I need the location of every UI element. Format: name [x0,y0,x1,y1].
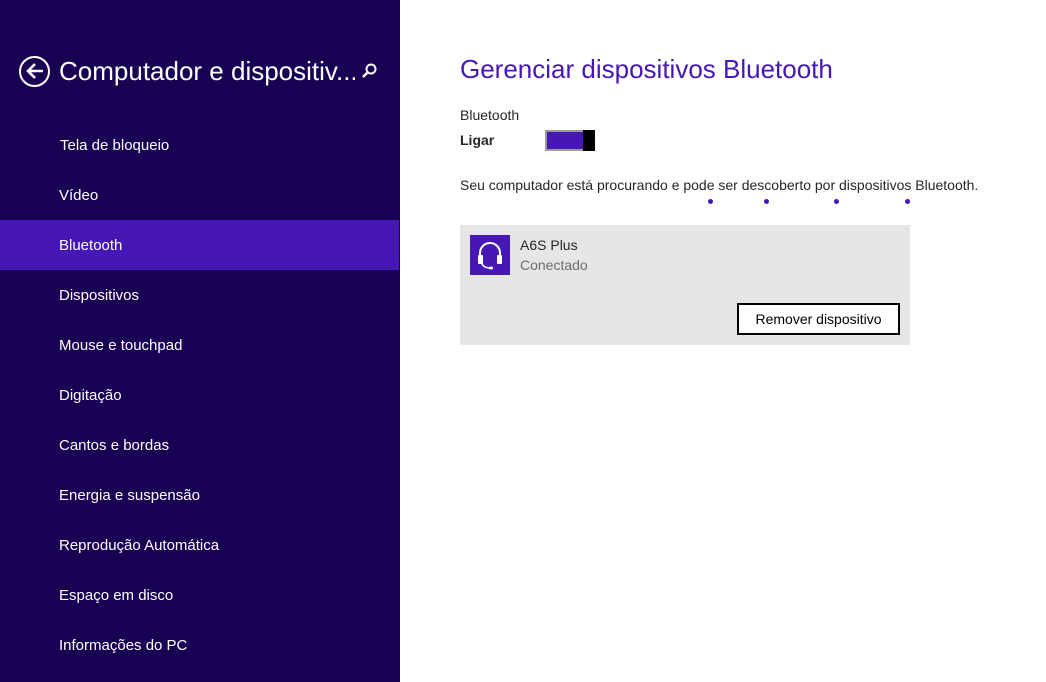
sidebar-nav: Tela de bloqueio Vídeo Bluetooth Disposi… [0,120,399,670]
bluetooth-toggle[interactable] [545,129,595,151]
search-icon [362,63,377,78]
sidebar-header: Computador e dispositiv... [19,54,384,88]
sidebar-item-label: Tela de bloqueio [60,136,170,154]
sidebar-item-label: Dispositivos [59,286,140,304]
remove-device-button[interactable]: Remover dispositivo [737,303,900,335]
progress-dot [708,199,713,204]
sidebar-title: Computador e dispositiv... [59,55,355,86]
bluetooth-toggle-row: Ligar [460,129,595,151]
device-icon-tile [470,235,510,275]
sidebar-item-label: Bluetooth [59,236,123,254]
sidebar-item-label: Mouse e touchpad [59,336,183,354]
sidebar-item-label: Energia e suspensão [59,486,200,504]
device-list-item[interactable]: A6S Plus Conectado Remover dispositivo [460,225,910,345]
settings-window: Computador e dispositiv... Tela de bloqu… [0,0,1046,682]
sidebar-item-tela-de-bloqueio[interactable]: Tela de bloqueio [0,120,399,170]
sidebar-item-label: Reprodução Automática [59,536,220,554]
sidebar-item-mouse-e-touchpad[interactable]: Mouse e touchpad [0,320,399,370]
bluetooth-label: Bluetooth [460,107,520,123]
sidebar-item-informacoes-do-pc[interactable]: Informações do PC [0,620,399,670]
sidebar-item-bluetooth[interactable]: Bluetooth [0,220,399,270]
sidebar-item-label: Digitação [59,386,122,404]
page-title: Gerenciar dispositivos Bluetooth [460,54,833,84]
sidebar-item-label: Informações do PC [59,636,188,654]
sidebar-item-reproducao-automatica[interactable]: Reprodução Automática [0,520,399,570]
sidebar-item-cantos-e-bordas[interactable]: Cantos e bordas [0,420,399,470]
device-name: A6S Plus [520,237,578,253]
headset-icon [478,242,502,270]
sidebar-item-video[interactable]: Vídeo [0,170,399,220]
searching-progress-indicator [400,199,1046,207]
progress-dot [905,199,910,204]
toggle-state-label: Ligar [460,132,495,148]
discovery-status-text: Seu computador está procurando e pode se… [460,177,979,193]
sidebar-item-label: Espaço em disco [59,586,174,604]
progress-dot [764,199,769,204]
sidebar: Computador e dispositiv... Tela de bloqu… [0,0,400,682]
main-content: Gerenciar dispositivos Bluetooth Bluetoo… [400,0,1046,682]
sidebar-item-label: Cantos e bordas [59,436,170,454]
sidebar-item-energia-e-suspensao[interactable]: Energia e suspensão [0,470,399,520]
progress-dot [834,199,839,204]
back-arrow-icon [25,63,43,79]
sidebar-item-digitacao[interactable]: Digitação [0,370,399,420]
toggle-thumb[interactable] [583,129,595,151]
device-status: Conectado [520,257,588,273]
search-button[interactable] [360,61,380,81]
sidebar-item-espaco-em-disco[interactable]: Espaço em disco [0,570,399,620]
back-button[interactable] [19,55,50,87]
sidebar-item-label: Vídeo [59,186,99,204]
sidebar-item-dispositivos[interactable]: Dispositivos [0,270,399,320]
